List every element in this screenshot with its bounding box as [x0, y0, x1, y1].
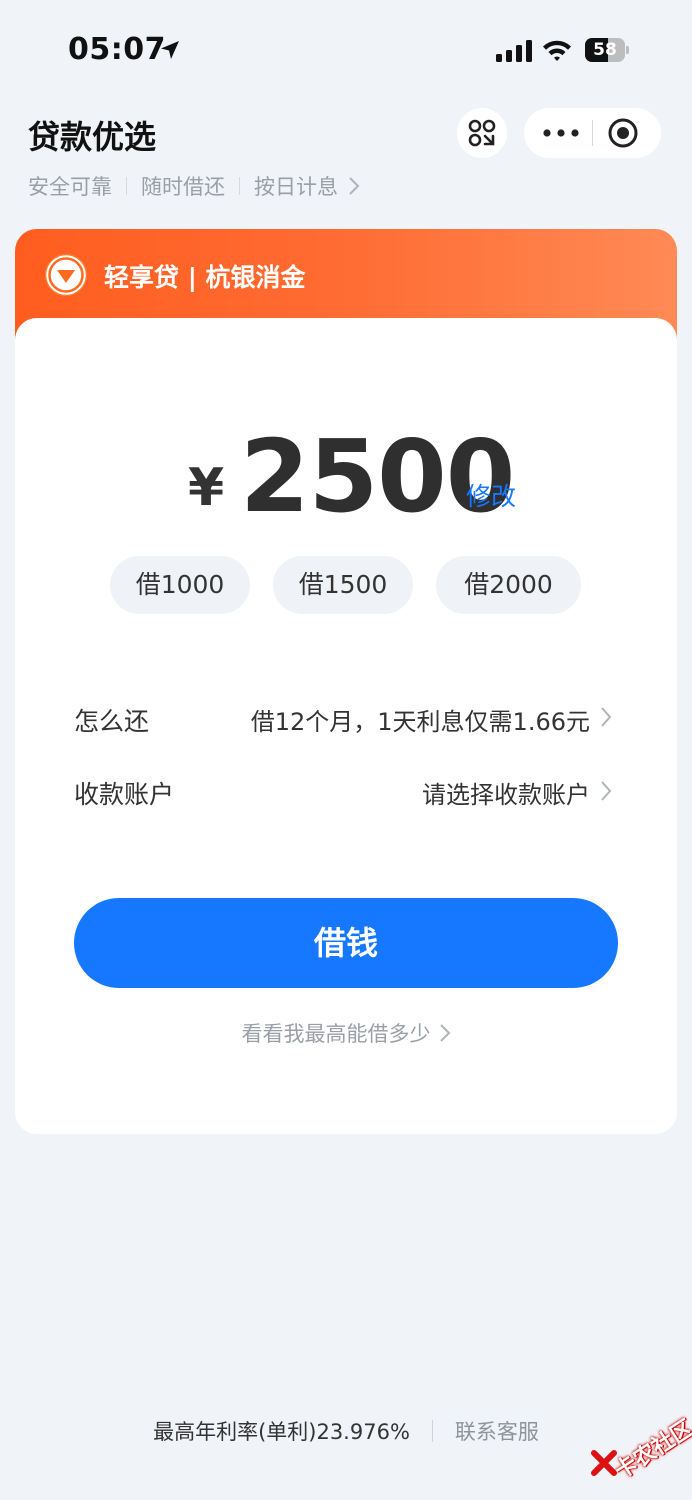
chevron-right-icon — [601, 707, 612, 727]
watermark: 卡农社区 — [585, 1404, 692, 1494]
repay-label: 怎么还 — [74, 707, 150, 736]
tag-divider — [126, 177, 127, 195]
watermark-text: 卡农社区 — [610, 1415, 692, 1485]
footer-divider — [431, 1420, 433, 1442]
borrow-button[interactable]: 借钱 — [74, 898, 618, 988]
max-credit-link-text: 看看我最高能借多少 — [241, 1022, 431, 1046]
status-bar: 05:07 58 — [0, 0, 692, 100]
tag-daily-interest: 按日计息 — [254, 175, 338, 199]
chevron-right-icon — [349, 177, 360, 195]
quick-amount-1000[interactable]: 借1000 — [110, 556, 250, 614]
signal-icon — [496, 40, 532, 62]
location-arrow-icon — [161, 41, 179, 59]
wifi-icon — [543, 40, 571, 61]
tag-flexible: 随时借还 — [141, 175, 225, 199]
repay-plan-value[interactable]: 借12个月，1天利息仅需1.66元 — [251, 702, 590, 737]
more-icon[interactable] — [538, 123, 584, 143]
battery-icon: 58 — [585, 38, 629, 62]
chevron-right-icon — [601, 781, 612, 801]
page-title: 贷款优选 — [28, 118, 157, 156]
quick-amount-2000[interactable]: 借2000 — [436, 556, 581, 614]
account-select-value[interactable]: 请选择收款账户 — [422, 775, 590, 810]
annual-rate-text: 最高年利率(单利)23.976% — [153, 1420, 410, 1444]
scan-icon — [468, 119, 496, 147]
account-label: 收款账户 — [74, 780, 175, 809]
edit-amount-link[interactable]: 修改 — [466, 477, 516, 513]
currency-symbol: ¥ — [188, 458, 225, 518]
capsule-divider — [592, 120, 593, 146]
close-icon[interactable] — [607, 117, 639, 149]
battery-level-text: 58 — [593, 40, 617, 60]
chevron-right-icon — [439, 1024, 450, 1042]
mini-program-capsule — [524, 108, 661, 158]
tag-safe: 安全可靠 — [28, 175, 112, 199]
scan-button[interactable] — [457, 108, 507, 158]
contact-service-link[interactable]: 联系客服 — [455, 1416, 539, 1446]
brand-logo-icon — [44, 253, 88, 297]
brand-name: 轻享贷 | 杭银消金 — [104, 263, 306, 292]
quick-amount-1500[interactable]: 借1500 — [273, 556, 413, 614]
status-time: 05:07 — [68, 32, 166, 67]
feature-tags[interactable]: 安全可靠 随时借还 按日计息 — [28, 172, 360, 200]
max-credit-link[interactable]: 看看我最高能借多少 — [0, 1018, 692, 1048]
tag-divider — [239, 177, 240, 195]
